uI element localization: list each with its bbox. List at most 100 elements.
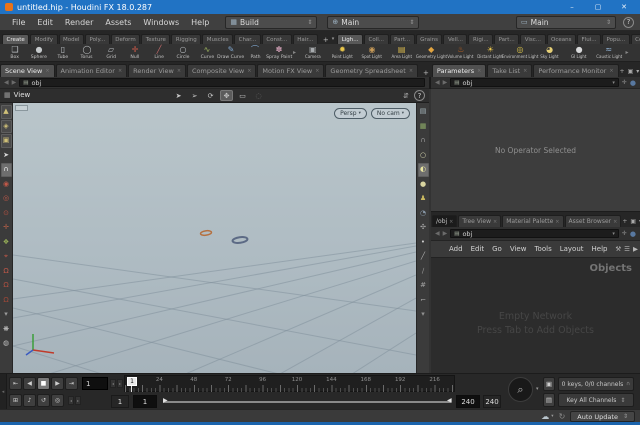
main-take-selector[interactable]: ⊕ Main ⇕	[327, 15, 420, 29]
menu-item[interactable]: Render	[59, 18, 99, 27]
range-back-button[interactable]: ◂	[68, 396, 74, 405]
global-start-field[interactable]: 1	[111, 395, 129, 408]
playhead-marker[interactable]: 1	[127, 377, 137, 386]
close-tab-icon[interactable]: ×	[247, 68, 251, 74]
pane-split-icon[interactable]: ▣	[628, 68, 634, 75]
playback-button[interactable]: ■	[37, 377, 50, 390]
pane-tab[interactable]: Composite View ×	[187, 64, 257, 77]
display-option-icon[interactable]: ●	[418, 178, 429, 192]
viewport-toolbar-icon[interactable]: ◈	[0, 119, 12, 133]
shelf-tab[interactable]: Muscles	[202, 34, 234, 44]
projection-selector[interactable]: Persp ▾	[334, 108, 367, 119]
forward-icon[interactable]: ▶	[443, 230, 448, 237]
display-option-icon[interactable]: ∩	[418, 134, 429, 148]
viewport-toolbar-icon[interactable]: ∩	[0, 163, 12, 177]
back-icon[interactable]: ◀	[4, 79, 9, 86]
viewport-tool-icon[interactable]: ◌	[252, 90, 265, 101]
scene-path-field[interactable]: ▤ obj	[19, 78, 425, 87]
add-pane-tab-button[interactable]: +	[419, 69, 432, 77]
shelf-tab[interactable]: Hair...	[292, 34, 318, 44]
viewport-canvas[interactable]: Persp ▾ No cam ▾	[13, 103, 416, 373]
shelf-tab[interactable]: Part...	[389, 34, 415, 44]
shelf-tab[interactable]: Visc...	[520, 34, 546, 44]
shelf-tool[interactable]: ◉ Spot Light	[357, 45, 387, 60]
maximize-button[interactable]: ▢	[587, 3, 609, 11]
shelf-tool[interactable]: ❑ Box	[3, 45, 27, 60]
shelf-tool[interactable]: ◕ Sky Light	[535, 45, 565, 60]
close-button[interactable]: ✕	[613, 3, 635, 11]
close-tab-icon[interactable]: ×	[449, 219, 453, 225]
tools-overflow-icon[interactable]: ▸	[624, 49, 631, 56]
range-end-field[interactable]: 240	[456, 395, 480, 408]
pane-tab[interactable]: Motion FX View ×	[257, 64, 325, 77]
range-slider-right-handle[interactable]: ◀	[447, 397, 452, 404]
menu-item[interactable]: Assets	[99, 18, 137, 27]
link-pane-icon[interactable]: ⇵	[403, 92, 409, 100]
display-option-icon[interactable]: #	[418, 279, 429, 293]
path-dropdown-icon[interactable]: ▾	[612, 231, 615, 237]
key-options-icon[interactable]: ▾	[536, 386, 539, 392]
display-option-icon[interactable]: ∕	[418, 265, 429, 279]
viewport-toolbar-icon[interactable]: ❖	[1, 236, 12, 250]
network-menu-item[interactable]: Help	[588, 245, 612, 253]
pane-tab[interactable]: Scene View ×	[0, 64, 55, 77]
shelf-tab[interactable]: Deform	[110, 34, 141, 44]
close-tab-icon[interactable]: ×	[477, 68, 481, 74]
path-dropdown-icon[interactable]: ▾	[612, 80, 615, 86]
shelf-tool[interactable]: ● GI Light	[564, 45, 594, 60]
set-key-button[interactable]: ⌕	[508, 377, 533, 402]
range-slider-left-handle[interactable]: ▶	[163, 397, 168, 404]
pane-tab[interactable]: Performance Monitor ×	[533, 64, 619, 77]
current-frame-field[interactable]: 1	[82, 377, 108, 390]
menu-item[interactable]: Edit	[31, 18, 59, 27]
playbar-option-icon[interactable]: ↺	[37, 394, 50, 407]
playbar-option-icon[interactable]: ⊞	[9, 394, 22, 407]
recent-nodes-icon[interactable]: ●	[630, 79, 636, 87]
network-menu-item[interactable]: Tools	[530, 245, 555, 253]
network-path-field[interactable]: ▤ obj ▾	[450, 229, 619, 238]
forward-icon[interactable]: ▶	[12, 79, 17, 86]
shelf-tool[interactable]: ∿ Curve	[195, 45, 219, 60]
close-tab-icon[interactable]: ×	[493, 219, 497, 225]
shelf-tab[interactable]: Rigging	[171, 34, 202, 44]
viewport-tool-icon[interactable]: ⟳	[204, 90, 217, 101]
shelf-tool[interactable]: ✽ Spray Paint	[266, 45, 292, 60]
network-tab[interactable]: Asset Browser ×	[564, 215, 622, 227]
recent-nodes-icon[interactable]: ●	[630, 230, 636, 238]
viewport-tool-icon[interactable]: ✥	[220, 90, 233, 101]
display-option-icon[interactable]: ◐	[417, 163, 429, 177]
close-tab-icon[interactable]: ×	[609, 68, 613, 74]
menu-item[interactable]: Help	[185, 18, 215, 27]
close-tab-icon[interactable]: ×	[613, 219, 617, 225]
viewport-toolbar-icon[interactable]: ⊙	[1, 207, 12, 221]
shelf-tool[interactable]: ▣ Camera	[298, 45, 328, 60]
shelf-tool[interactable]: ╱ Line	[147, 45, 171, 60]
network-menu-icon[interactable]: ⚒	[615, 245, 621, 253]
pin-icon[interactable]: ✛	[622, 230, 627, 237]
range-start-field[interactable]: 1	[133, 395, 157, 408]
playbar-option-icon[interactable]: ◎	[51, 394, 64, 407]
shelf-tool[interactable]: ✛ Null	[123, 45, 147, 60]
viewport-toolbar-icon[interactable]: ❋	[1, 323, 12, 337]
menu-item[interactable]: Windows	[137, 18, 185, 27]
playback-button[interactable]: ◀	[23, 377, 36, 390]
viewport-toolbar-icon[interactable]: ➤	[1, 149, 12, 163]
network-tab[interactable]: /obj ×	[432, 215, 458, 227]
viewport-toolbar-icon[interactable]: ◍	[1, 337, 12, 351]
global-end-field[interactable]: 240	[483, 395, 501, 408]
network-menu-icon[interactable]: ▶	[633, 245, 638, 253]
shelf-tab[interactable]: Model	[58, 34, 85, 44]
viewport-toolbar-icon[interactable]: ▾	[1, 308, 12, 322]
shelf-tab[interactable]: Part...	[494, 34, 520, 44]
network-menu-item[interactable]: Edit	[467, 245, 489, 253]
viewport-mode-label[interactable]: View	[14, 91, 31, 99]
viewport-toolbar-icon[interactable]: ▣	[0, 134, 12, 148]
shelf-tool[interactable]: ⌒ Path	[243, 45, 267, 60]
range-slider-track[interactable]	[163, 401, 451, 403]
shelf-tab[interactable]: Flui...	[577, 34, 601, 44]
shelf-tool[interactable]: ○ Circle	[171, 45, 195, 60]
display-option-icon[interactable]: ▾	[418, 308, 429, 322]
display-option-icon[interactable]: ▦	[418, 120, 429, 134]
network-tab[interactable]: Material Palette ×	[502, 215, 564, 227]
viewport-toolbar-icon[interactable]: ✛	[1, 221, 12, 235]
